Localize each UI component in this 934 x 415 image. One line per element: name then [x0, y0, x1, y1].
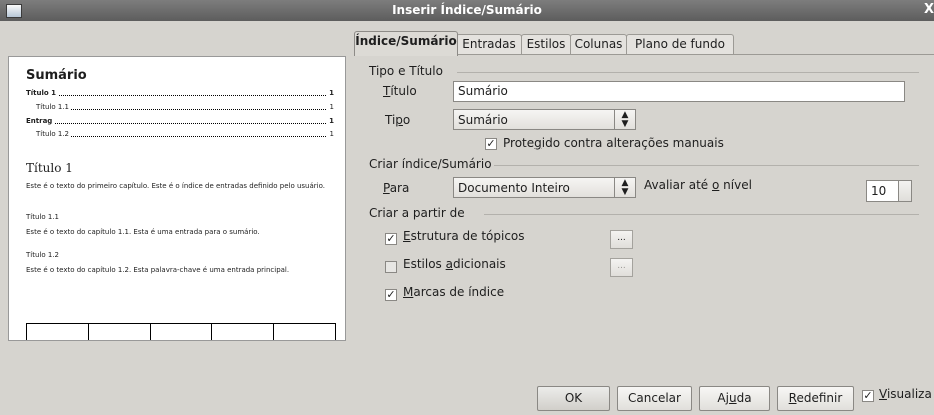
index-marks-label: Marcas de índice	[403, 285, 505, 299]
for-label: Para	[383, 181, 410, 195]
preview-heading: Título 1	[26, 161, 73, 175]
spin-buttons[interactable]	[898, 181, 911, 201]
type-select[interactable]: Sumário ▲ ▼	[453, 109, 636, 130]
preview-heading: Título 1.2	[26, 251, 59, 259]
extra-styles-label: Estilos adicionais	[403, 257, 506, 271]
title-label: Título	[383, 84, 417, 98]
chevron-updown-icon: ▲ ▼	[614, 178, 635, 197]
outline-browse-button[interactable]: ...	[610, 230, 633, 249]
section-create-from: Criar a partir de	[369, 206, 919, 220]
preview-checkbox[interactable]: ✓	[862, 390, 874, 402]
preview-paragraph: Este é o texto do primeiro capítulo. Est…	[26, 182, 325, 190]
outline-label: Estrutura de tópicos	[403, 229, 525, 243]
type-label: Tipo	[385, 113, 411, 127]
index-marks-checkbox[interactable]: ✓	[385, 289, 397, 301]
tab-columns[interactable]: Colunas	[570, 34, 627, 55]
tab-styles[interactable]: Estilos	[521, 34, 571, 55]
preview-paragraph: Este é o texto do capítulo 1.1. Esta é u…	[26, 228, 260, 236]
extra-styles-browse-button[interactable]: ...	[610, 258, 633, 277]
for-select[interactable]: Documento Inteiro ▲ ▼	[453, 177, 636, 198]
level-spinbox[interactable]: 10	[866, 180, 912, 202]
outline-checkbox[interactable]: ✓	[385, 233, 397, 245]
eval-level-label: Avaliar até o nível	[644, 178, 752, 192]
title-bar: Inserir Índice/Sumário X	[0, 0, 934, 21]
window-title: Inserir Índice/Sumário	[392, 3, 542, 17]
section-create-index: Criar índice/Sumário	[369, 157, 919, 171]
chevron-updown-icon: ▲ ▼	[614, 110, 635, 129]
preview-table	[26, 323, 336, 340]
cancel-button[interactable]: Cancelar	[617, 386, 692, 411]
tab-index[interactable]: Índice/Sumário	[354, 31, 458, 56]
reset-button[interactable]: Redefinir	[777, 386, 854, 411]
section-type-title: Tipo e Título	[369, 64, 919, 78]
section-label: Tipo e Título	[369, 64, 443, 78]
protected-checkbox[interactable]: ✓	[485, 138, 497, 150]
protected-label: Protegido contra alterações manuais	[503, 136, 724, 150]
extra-styles-checkbox[interactable]	[385, 261, 397, 273]
preview-label: Visualiza	[879, 387, 932, 401]
preview-toc-title: Sumário	[26, 68, 87, 83]
ok-button[interactable]: OK	[537, 386, 610, 411]
preview-toc-entry: Entrag 1	[26, 117, 334, 125]
title-input[interactable]: Sumário	[453, 81, 905, 102]
help-button[interactable]: Ajuda	[699, 386, 770, 411]
tab-entries[interactable]: Entradas	[456, 34, 522, 55]
preview-toc-entry: Título 1.2 1	[36, 130, 334, 138]
preview-toc-entry: Título 1.1 1	[36, 103, 334, 111]
tab-background[interactable]: Plano de fundo	[626, 34, 734, 55]
preview-heading: Título 1.1	[26, 213, 59, 221]
preview-pane: Sumário Título 11 Título 1.1 1 Entrag 1 Tí…	[8, 56, 346, 341]
close-icon[interactable]: X	[924, 2, 934, 17]
preview-toc-entry: Título 11	[26, 89, 334, 97]
preview-paragraph: Este é o texto do capítulo 1.2. Esta pal…	[26, 266, 290, 274]
